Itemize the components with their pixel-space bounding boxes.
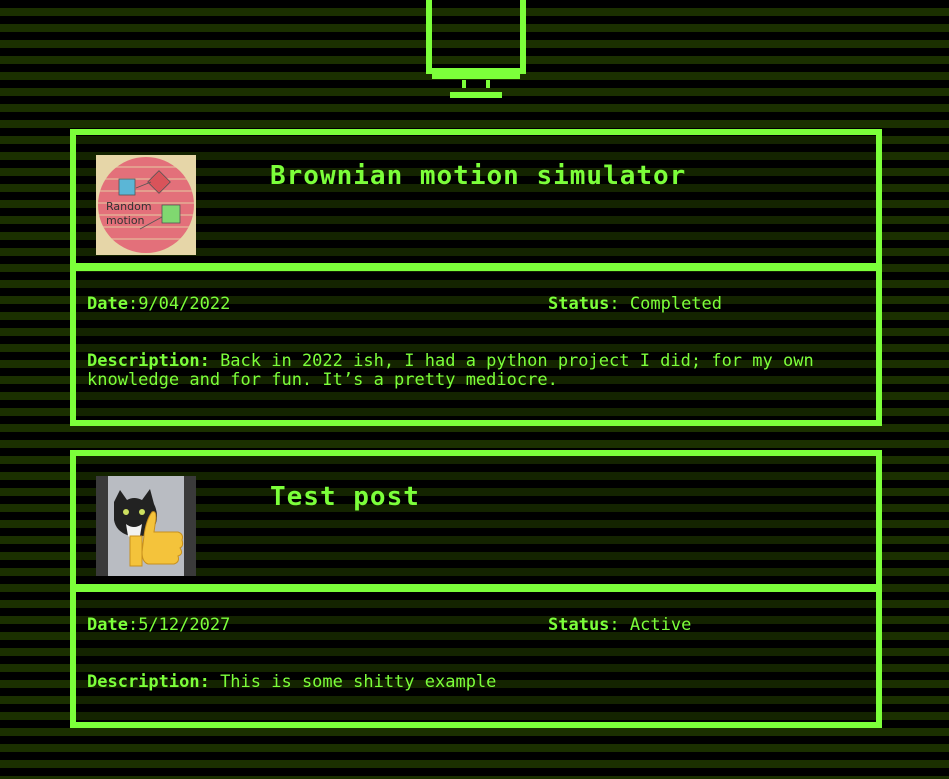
- status-value: : Active: [609, 615, 692, 635]
- card-header: Random motion Brownian motion simulator: [76, 135, 876, 271]
- description: Description: Back in 2022 ish, I had a p…: [87, 352, 865, 390]
- status-value: : Completed: [609, 294, 723, 314]
- date-label: Date: [87, 615, 128, 635]
- card-body: Date:5/12/2027 Status: Active Descriptio…: [76, 592, 876, 702]
- status-label: Status: [548, 615, 610, 635]
- thumbnail-caption: Random: [106, 200, 152, 213]
- status-field: Status: Active: [548, 616, 691, 635]
- card-body: Date:9/04/2022 Status: Completed Descrip…: [76, 271, 876, 400]
- card-header: Test post: [76, 456, 876, 592]
- date-value: :9/04/2022: [127, 294, 231, 314]
- monitor-icon: [426, 0, 526, 100]
- date-label: Date: [87, 294, 128, 314]
- thumbs-up-cat-image: [96, 476, 196, 576]
- project-thumbnail[interactable]: [96, 476, 196, 576]
- project-card[interactable]: Random motion Brownian motion simulator …: [70, 129, 882, 426]
- status-label: Status: [548, 294, 610, 314]
- status-field: Status: Completed: [548, 295, 722, 314]
- project-thumbnail[interactable]: Random motion: [96, 155, 196, 255]
- date-value: :5/12/2027: [127, 615, 231, 635]
- description-label: Description:: [87, 351, 210, 371]
- project-title[interactable]: Test post: [270, 482, 420, 512]
- description-text: This is some shitty example: [209, 672, 497, 692]
- date-field: Date:9/04/2022: [87, 295, 230, 314]
- description: Description: This is some shitty example: [87, 673, 865, 692]
- thumbnail-caption: motion: [106, 214, 145, 227]
- date-field: Date:5/12/2027: [87, 616, 230, 635]
- project-card[interactable]: Test post Date:5/12/2027 Status: Active …: [70, 450, 882, 728]
- project-title[interactable]: Brownian motion simulator: [270, 161, 686, 191]
- description-label: Description:: [87, 672, 210, 692]
